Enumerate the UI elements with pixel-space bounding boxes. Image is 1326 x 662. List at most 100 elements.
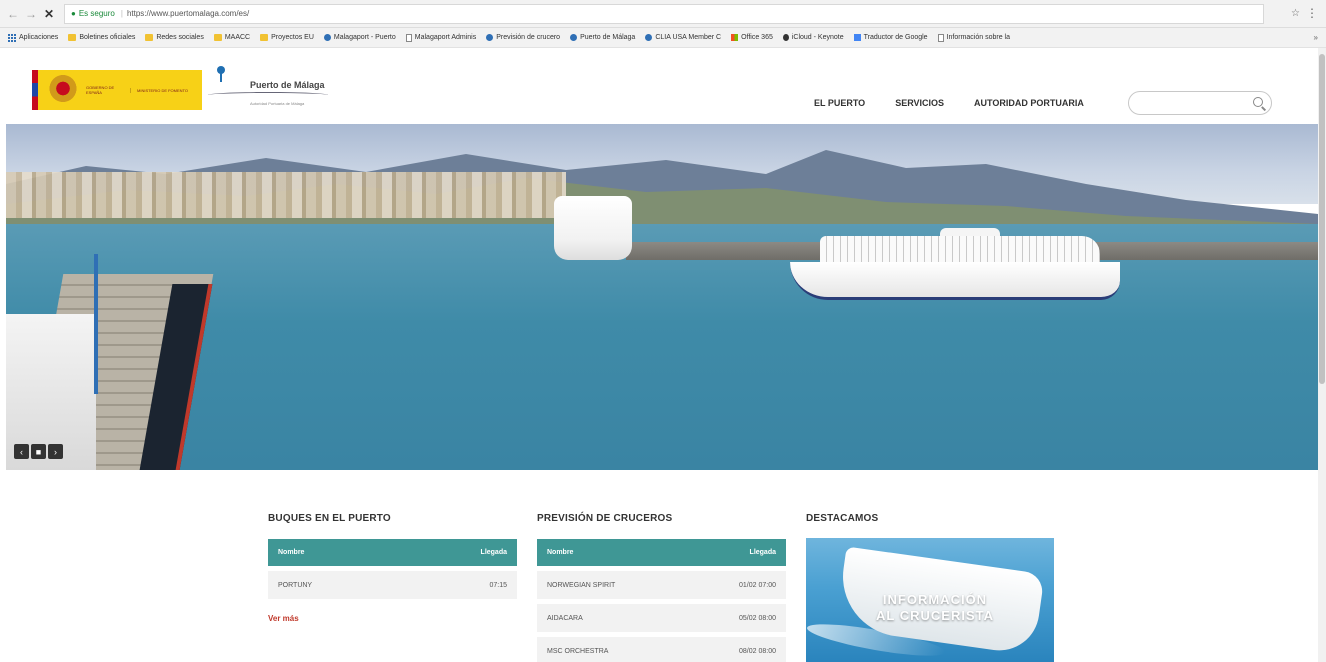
col-nombre: Nombre [278,549,305,556]
ministry-label: MINISTERIO DE FOMENTO [130,87,188,93]
ship-name: MSC ORCHESTRA [547,647,609,655]
bookmark-label: Previsión de crucero [496,34,561,41]
translate-icon [853,34,861,41]
bookmark-label: Office 365 [741,34,773,41]
arrival-time: 07:15 [489,581,507,589]
wave-line [208,92,328,98]
bookmark-item[interactable]: Información sobre la [937,33,1010,42]
government-logo[interactable]: GOBIERNO DE ESPAÑA MINISTERIO DE FOMENTO [32,70,202,110]
bookmark-label: Malagaport Adminis [414,34,477,41]
port-name: Puerto de Málaga [250,80,325,90]
bookmark-item[interactable]: MAACC [213,34,251,41]
url-text[interactable]: https://www.puertomalaga.com/es/ [127,9,249,18]
lighthouse-icon [214,66,228,82]
bookmark-label: iCloud - Keynote [791,34,844,41]
ship-name: AIDACARA [547,614,583,622]
bookmark-item[interactable]: Malagaport - Puerto [323,34,396,41]
back-icon[interactable]: ← [6,6,20,22]
forward-icon[interactable]: → [24,6,38,22]
port-logo[interactable]: Puerto de Málaga Autoridad Portuaria de … [208,66,338,108]
arrival-time: 05/02 08:00 [739,614,776,622]
nav-el-puerto[interactable]: EL PUERTO [814,98,865,108]
bookmark-label: MAACC [224,34,251,41]
site-icon [570,34,578,41]
buques-title: BUQUES EN EL PUERTO [268,513,391,524]
cargo-ship [6,244,214,470]
bookmark-item[interactable]: Boletines oficiales [68,34,135,41]
bookmark-item[interactable]: Redes sociales [145,34,204,41]
page-scrollbar[interactable] [1318,48,1326,662]
ms-icon [731,34,739,41]
apps-icon [8,33,16,42]
buques-table: Nombre Llegada PORTUNY 07:15 [268,539,517,599]
port-subtitle: Autoridad Portuaria de Málaga [250,101,305,106]
page-icon [405,33,412,42]
carousel-next-button[interactable]: › [48,444,63,459]
bookmark-item[interactable]: Previsión de crucero [486,34,560,41]
arrival-time: 01/02 07:00 [739,581,776,589]
ver-mas-link[interactable]: Ver más [268,614,299,623]
bookmark-label: Aplicaciones [19,34,59,41]
table-row[interactable]: MSC ORCHESTRA 08/02 08:00 [537,637,786,662]
col-llegada: Llegada [749,549,776,556]
bookmark-item[interactable]: Malagaport Adminis [405,33,477,42]
gov-label: GOBIERNO DE ESPAÑA [86,85,115,95]
bookmark-item[interactable]: Traductor de Google [853,34,928,41]
cruise-ship-large [790,228,1120,302]
bookmark-item[interactable]: iCloud - Keynote [782,34,844,41]
apple-icon [782,34,789,41]
bookmark-label: Traductor de Google [863,34,928,41]
scroll-thumb[interactable] [1319,54,1325,384]
ship-name: PORTUNY [278,581,313,589]
hero-city [6,172,566,218]
ship-name: NORWEGIAN SPIRIT [547,581,616,589]
bookmark-item[interactable]: CLIA USA Member C [645,34,721,41]
bookmarks-overflow-icon[interactable]: » [1314,33,1318,42]
bookmark-item[interactable]: Office 365 [731,34,773,41]
search-input[interactable] [1128,91,1272,115]
search-icon[interactable] [1253,97,1263,107]
ship-hull [790,262,1120,300]
page-icon [937,33,944,42]
crane [94,254,98,394]
nav-servicios[interactable]: SERVICIOS [895,98,944,108]
bookmark-item[interactable]: Proyectos EU [260,34,314,41]
bookmark-item[interactable]: Aplicaciones [8,33,59,42]
nav-autoridad-portuaria[interactable]: AUTORIDAD PORTUARIA [974,98,1084,108]
bookmark-label: Malagaport - Puerto [333,34,396,41]
folder-icon [260,34,269,41]
col-llegada: Llegada [480,549,507,556]
bookmark-label: Redes sociales [156,34,204,41]
browser-menu-icon[interactable]: ⋮ [1306,6,1318,20]
carousel-pause-button[interactable]: ■ [31,444,46,459]
banner-text: INFORMACIÓN AL CRUCERISTA [870,592,1000,624]
site-icon [486,34,494,41]
cruise-ship-small [554,196,632,260]
stop-icon[interactable]: ✕ [42,6,56,22]
flag-stripe [32,70,38,110]
cruceros-table: Nombre Llegada NORWEGIAN SPIRIT 01/02 07… [537,539,786,662]
banner-line-2: AL CRUCERISTA [876,608,994,623]
buques-header-row: Nombre Llegada [268,539,517,566]
main-nav: EL PUERTO SERVICIOS AUTORIDAD PORTUARIA [814,98,1114,108]
coat-of-arms-icon [48,75,78,105]
bookmarks-bar: Aplicaciones Boletines oficiales Redes soc… [0,28,1326,48]
table-row[interactable]: NORWEGIAN SPIRIT 01/02 07:00 [537,571,786,599]
site-header: GOBIERNO DE ESPAÑA MINISTERIO DE FOMENTO… [0,48,1326,124]
bookmark-label: Puerto de Málaga [580,34,636,41]
table-row[interactable]: AIDACARA 05/02 08:00 [537,604,786,632]
bookmark-label: CLIA USA Member C [655,34,722,41]
table-row[interactable]: PORTUNY 07:15 [268,571,517,599]
bookmark-label: Información sobre la [946,34,1010,41]
lock-icon: ● [71,9,76,18]
secure-label: Es seguro [78,9,115,18]
crucerista-banner[interactable]: INFORMACIÓN AL CRUCERISTA [806,538,1054,662]
separator: | [120,9,123,18]
col-nombre: Nombre [547,549,574,556]
site-icon [323,34,331,41]
bookmark-star-icon[interactable]: ☆ [1291,8,1300,19]
address-bar[interactable]: ● Es seguro | https://www.puertomalaga.c… [64,3,1264,24]
site-icon [645,34,653,41]
carousel-prev-button[interactable]: ‹ [14,444,29,459]
bookmark-item[interactable]: Puerto de Málaga [570,34,635,41]
